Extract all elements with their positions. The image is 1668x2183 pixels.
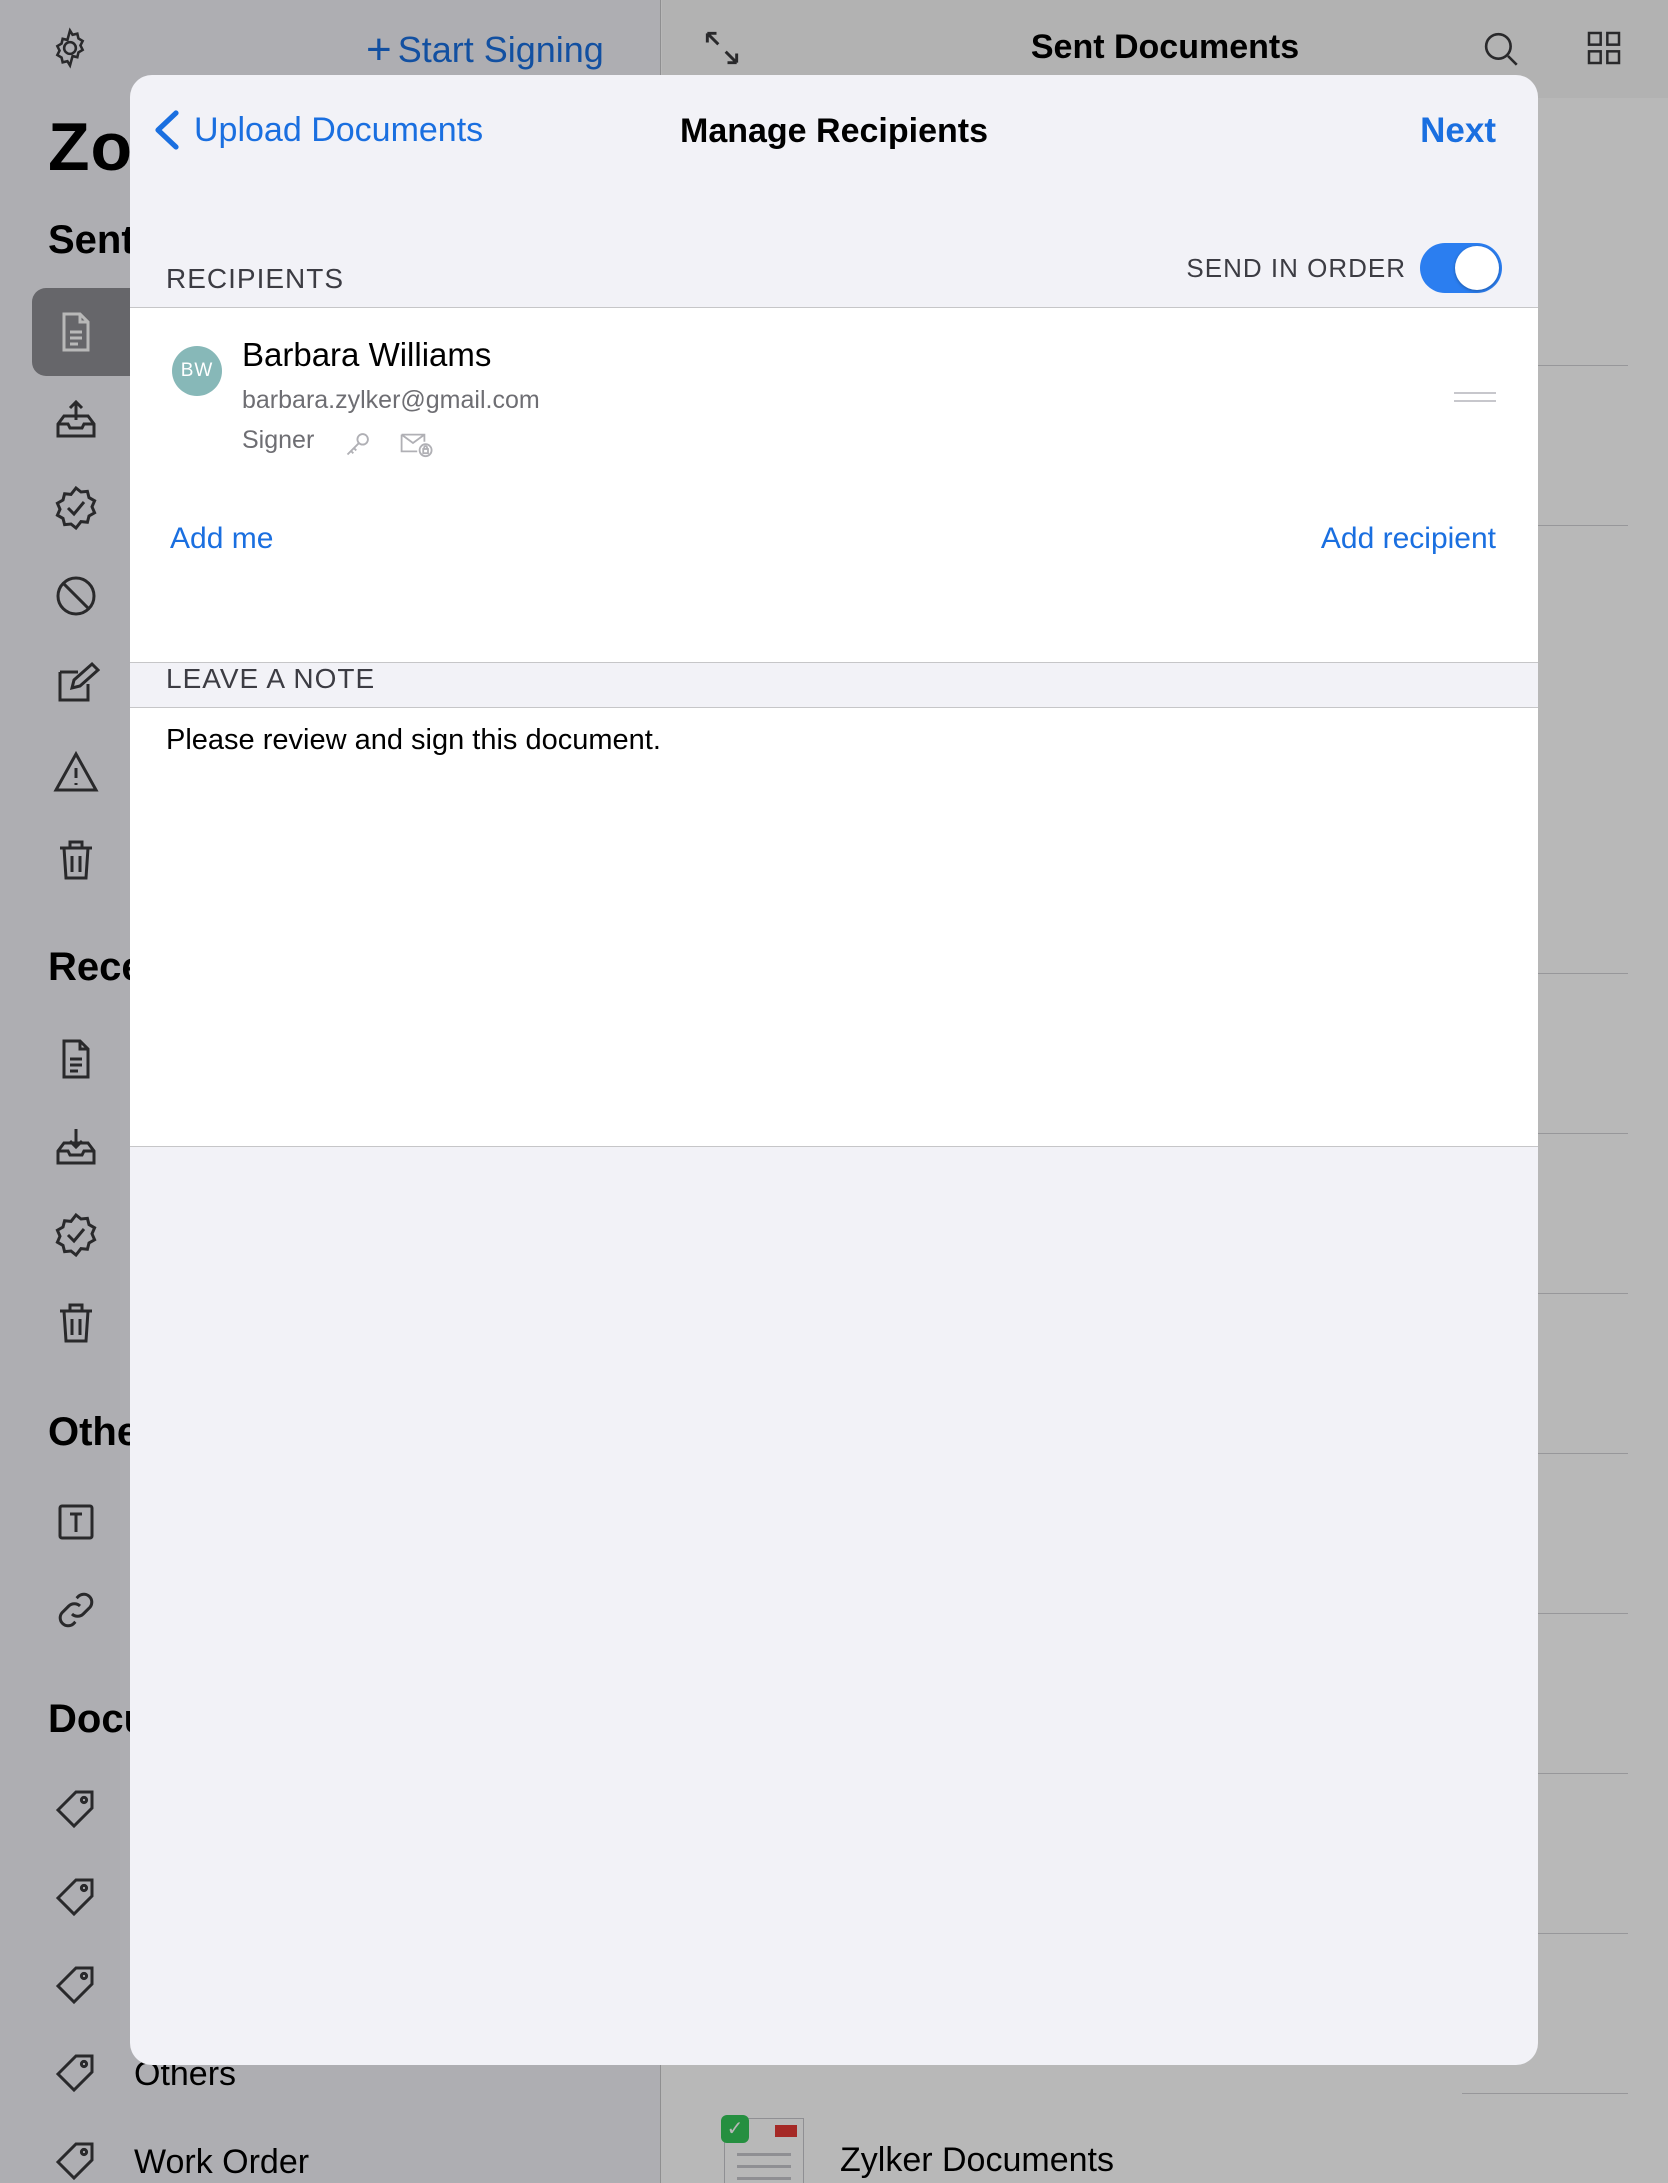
next-button[interactable]: Next xyxy=(1420,111,1496,151)
recipients-card: BW Barbara Williams barbara.zylker@gmail… xyxy=(130,307,1538,663)
reorder-handle-icon[interactable] xyxy=(1454,392,1496,414)
sheet-title: Manage Recipients xyxy=(680,112,988,150)
avatar: BW xyxy=(172,346,222,396)
recipient-name[interactable]: Barbara Williams xyxy=(242,336,491,374)
recipient-email: barbara.zylker@gmail.com xyxy=(242,386,540,414)
recipient-role[interactable]: Signer xyxy=(242,426,314,455)
send-in-order-label: SEND IN ORDER xyxy=(1186,252,1406,283)
note-field[interactable]: Please review and sign this document. xyxy=(130,707,1538,1147)
note-text[interactable]: Please review and sign this document. xyxy=(166,724,661,757)
send-in-order-toggle[interactable] xyxy=(1420,243,1502,293)
leave-note-header: LEAVE A NOTE xyxy=(166,663,376,694)
send-in-order-row: SEND IN ORDER xyxy=(1186,243,1502,293)
add-me-button[interactable]: Add me xyxy=(170,522,273,556)
key-icon[interactable] xyxy=(344,430,372,458)
mail-lock-icon[interactable] xyxy=(398,428,434,458)
nav-bar: Upload Documents Manage Recipients Next xyxy=(130,75,1538,187)
add-recipient-button[interactable]: Add recipient xyxy=(1321,522,1496,556)
manage-recipients-sheet: Upload Documents Manage Recipients Next … xyxy=(130,75,1538,2065)
recipients-header: RECIPIENTS xyxy=(166,263,345,294)
